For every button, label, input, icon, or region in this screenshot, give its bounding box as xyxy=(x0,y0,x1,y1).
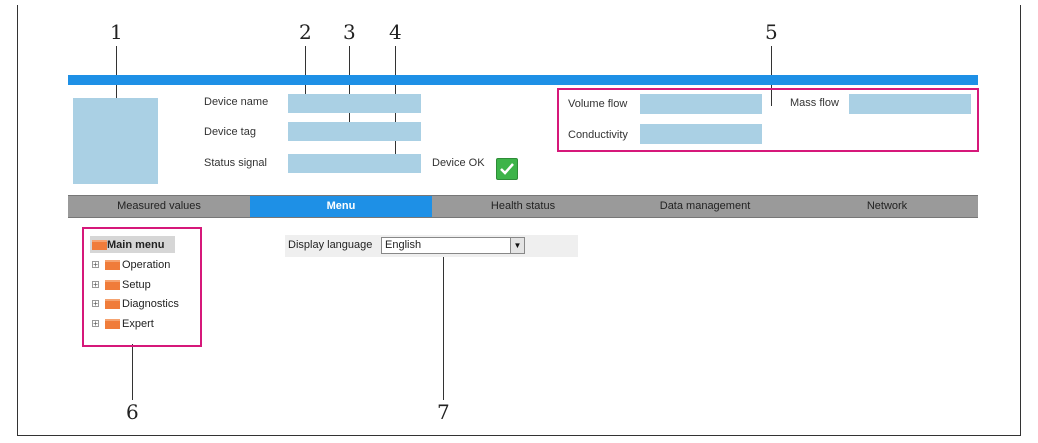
device-tag-label: Device tag xyxy=(204,126,256,138)
tree-item-operation[interactable]: + Operation xyxy=(90,258,200,274)
measurements-highlight xyxy=(557,88,979,152)
callout-6: 6 xyxy=(126,400,139,424)
status-signal-label: Status signal xyxy=(204,157,267,169)
device-image-placeholder xyxy=(73,98,158,184)
display-language-value: English xyxy=(385,239,422,251)
figure-frame-bottom xyxy=(17,435,1021,436)
folder-icon xyxy=(105,260,120,270)
expand-icon[interactable]: + xyxy=(92,281,99,289)
folder-icon xyxy=(105,299,120,309)
display-language-select[interactable]: English ▼ xyxy=(381,237,525,254)
device-tag-field xyxy=(288,122,421,141)
status-signal-field xyxy=(288,154,421,173)
callout-1: 1 xyxy=(110,20,123,44)
device-name-label: Device name xyxy=(204,96,269,108)
expand-icon[interactable]: + xyxy=(92,320,99,328)
tree-item-label: Expert xyxy=(122,318,154,330)
checkmark-icon xyxy=(496,158,518,180)
header-accent-bar xyxy=(68,75,978,85)
nav-tab-measured-values[interactable]: Measured values xyxy=(68,196,250,217)
figure-frame-left xyxy=(17,5,18,436)
tree-item-label: Operation xyxy=(122,259,171,271)
tree-item-label: Setup xyxy=(122,279,151,291)
folder-icon xyxy=(105,319,120,329)
leader-line-3 xyxy=(349,46,350,132)
callout-7: 7 xyxy=(437,400,450,424)
nav-tab-menu[interactable]: Menu xyxy=(250,196,432,217)
main-nav-bar: Measured values Menu Health status Data … xyxy=(68,195,978,218)
nav-tab-data-management[interactable]: Data management xyxy=(614,196,796,217)
display-language-label: Display language xyxy=(288,239,373,251)
figure-frame-right xyxy=(1020,5,1021,436)
tree-item-label: Diagnostics xyxy=(122,298,179,310)
callout-5: 5 xyxy=(765,20,778,44)
tree-root-main-menu[interactable]: Main menu xyxy=(90,236,175,253)
callout-4: 4 xyxy=(389,20,402,44)
callout-2: 2 xyxy=(299,20,312,44)
leader-line-1 xyxy=(116,46,117,101)
display-language-panel: Display language English ▼ xyxy=(285,235,578,257)
leader-line-6 xyxy=(132,344,133,400)
tree-root-label: Main menu xyxy=(107,239,165,251)
expand-icon[interactable]: + xyxy=(92,300,99,308)
tree-item-diagnostics[interactable]: + Diagnostics xyxy=(90,297,200,313)
expand-icon[interactable]: + xyxy=(92,261,99,269)
tree-item-setup[interactable]: + Setup xyxy=(90,278,200,294)
tree-item-expert[interactable]: + Expert xyxy=(90,317,200,333)
folder-icon xyxy=(105,280,120,290)
nav-tab-health-status[interactable]: Health status xyxy=(432,196,614,217)
device-name-field xyxy=(288,94,421,113)
leader-line-7 xyxy=(443,253,444,400)
chevron-down-icon[interactable]: ▼ xyxy=(510,238,524,253)
nav-tab-network[interactable]: Network xyxy=(796,196,978,217)
device-ok-label: Device OK xyxy=(432,157,485,169)
callout-3: 3 xyxy=(343,20,356,44)
folder-icon xyxy=(92,240,107,250)
